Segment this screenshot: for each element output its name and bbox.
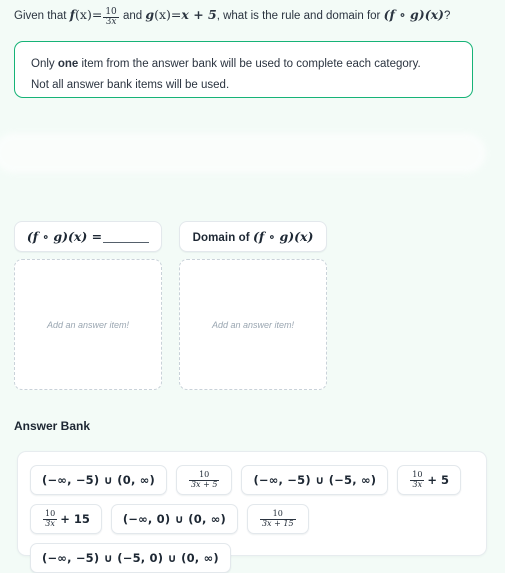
instruction-emphasis: one bbox=[57, 58, 79, 70]
category-domain: Domain of (f ∘ g)(x) Add an answer item! bbox=[179, 221, 327, 390]
answer-bank-item-fraction: 10 3x bbox=[410, 470, 425, 489]
answer-bank-title: Answer Bank bbox=[14, 419, 91, 433]
answer-bank: (−∞, −5) ∪ (0, ∞) 10 3x + 5 (−∞, −5) ∪ (−5,… bbox=[17, 451, 487, 573]
answer-bank-item-text: (−∞, −5) ∪ (0, ∞) bbox=[42, 473, 155, 487]
answer-bank-item[interactable]: 10 3x + 5 bbox=[397, 465, 462, 495]
category-domain-label: Domain of (f ∘ g)(x) bbox=[193, 229, 314, 244]
dropzone-rule-placeholder: Add an answer item! bbox=[46, 319, 130, 330]
instruction-line-1: Only one item from the answer bank will … bbox=[31, 54, 456, 75]
answer-bank-item-text: (−∞, 0) ∪ (0, ∞) bbox=[122, 512, 226, 526]
function-f-numerator: 10 bbox=[105, 6, 117, 17]
category-rule-label: (f ∘ g)(x) = bbox=[26, 229, 150, 244]
answer-bank-item[interactable]: 10 3x + 15 bbox=[246, 504, 309, 534]
category-rule-expression: (f ∘ g)(x) = bbox=[26, 229, 103, 244]
instruction-line-1-pre: Only bbox=[31, 58, 58, 70]
instruction-callout: Only one item from the answer bank will … bbox=[14, 41, 473, 98]
decorative-wash bbox=[0, 133, 486, 173]
fraction-numerator: 10 bbox=[412, 470, 423, 480]
answer-bank-item-fraction: 10 3x + 5 bbox=[188, 470, 220, 489]
dropzone-domain-placeholder: Add an answer item! bbox=[211, 319, 295, 330]
category-rule-header: (f ∘ g)(x) = bbox=[14, 221, 162, 252]
fraction-denominator: 3x + 5 bbox=[188, 479, 220, 489]
fraction-numerator: 10 bbox=[199, 470, 210, 480]
function-g-name: g bbox=[145, 7, 155, 22]
answer-bank-item[interactable]: (−∞, −5) ∪ (0, ∞) bbox=[30, 465, 167, 495]
prompt-and: and bbox=[119, 10, 146, 22]
answer-bank-item[interactable]: (−∞, −5) ∪ (−5, 0) ∪ (0, ∞) bbox=[30, 543, 231, 573]
dropzone-domain[interactable]: Add an answer item! bbox=[179, 259, 327, 390]
answer-bank-item[interactable]: 10 3x + 5 bbox=[175, 465, 233, 495]
function-f-variable: (x) bbox=[75, 7, 92, 22]
fraction-addend: + 15 bbox=[60, 512, 90, 526]
prompt-lead: Given that bbox=[14, 10, 70, 22]
answer-blank-line bbox=[103, 231, 150, 243]
fraction-numerator: 10 bbox=[45, 509, 56, 519]
answer-bank-item[interactable]: 10 3x + 15 bbox=[30, 504, 102, 534]
fraction-denominator: 3x bbox=[410, 479, 425, 489]
function-f-fraction: 10 3x bbox=[103, 6, 119, 28]
category-columns: (f ∘ g)(x) = Add an answer item! Domain … bbox=[14, 221, 494, 390]
dropzone-rule[interactable]: Add an answer item! bbox=[14, 259, 162, 390]
function-g-variable: (x) bbox=[154, 7, 171, 22]
category-domain-lead: Domain of bbox=[192, 232, 253, 244]
answer-bank-item-text: (−∞, −5) ∪ (−5, ∞) bbox=[253, 473, 377, 487]
answer-bank-item-fraction: 10 3x + 15 bbox=[259, 509, 296, 528]
function-f-denominator: 3x bbox=[103, 17, 119, 27]
function-g-expression: x + 5 bbox=[181, 7, 217, 22]
category-domain-header: Domain of (f ∘ g)(x) bbox=[179, 221, 327, 252]
answer-bank-item-text: (−∞, −5) ∪ (−5, 0) ∪ (0, ∞) bbox=[42, 551, 219, 565]
prompt-question-mark: ? bbox=[443, 10, 451, 22]
answer-bank-item-fraction: 10 3x bbox=[43, 509, 58, 528]
function-f-equals: = bbox=[91, 7, 103, 22]
fraction-denominator: 3x + 15 bbox=[259, 518, 296, 528]
instruction-line-2: Not all answer bank items will be used. bbox=[31, 79, 230, 91]
fraction-addend: + 5 bbox=[427, 473, 450, 487]
answer-bank-item[interactable]: (−∞, −5) ∪ (−5, ∞) bbox=[241, 465, 389, 495]
category-rule: (f ∘ g)(x) = Add an answer item! bbox=[14, 221, 162, 390]
category-domain-expression: (f ∘ g)(x) bbox=[253, 229, 314, 244]
fraction-denominator: 3x bbox=[43, 518, 58, 528]
instruction-line-1-post: item from the answer bank will be used t… bbox=[78, 58, 421, 70]
prompt-tail: , what is the rule and domain for bbox=[216, 10, 384, 22]
question-prompt: Given that f(x)= 10 3x and g(x)=x + 5, wha… bbox=[14, 4, 495, 28]
composite-function-label: (f ∘ g)(x) bbox=[383, 7, 444, 22]
answer-bank-item[interactable]: (−∞, 0) ∪ (0, ∞) bbox=[110, 504, 238, 534]
function-g-equals: = bbox=[170, 7, 182, 22]
fraction-numerator: 10 bbox=[272, 509, 283, 519]
